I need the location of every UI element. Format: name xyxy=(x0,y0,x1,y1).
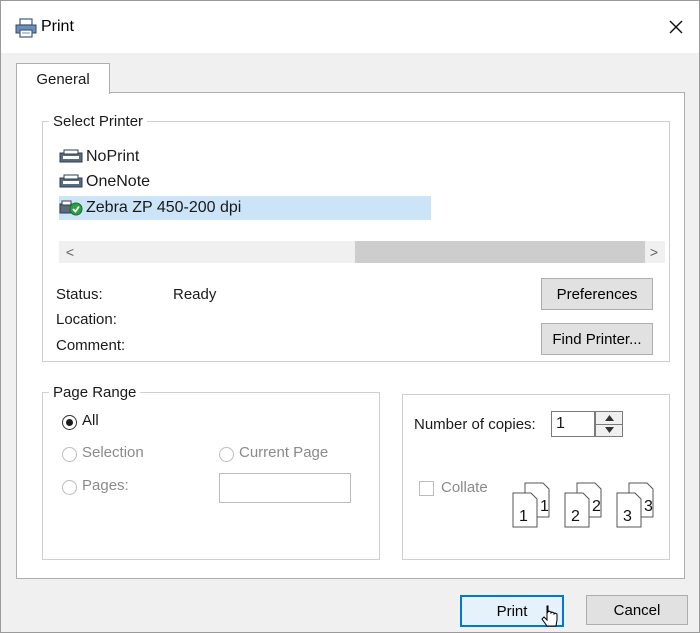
radio-all-label: All xyxy=(82,412,99,429)
print-dialog: Print General Select Printer NoPrint One… xyxy=(0,0,700,633)
title-bar: Print xyxy=(1,1,699,53)
printer-icon xyxy=(15,18,37,38)
collate-label: Collate xyxy=(441,479,488,496)
status-value: Ready xyxy=(173,286,217,303)
default-printer-icon xyxy=(59,200,83,216)
collate-page-number: 1 xyxy=(540,498,549,515)
scroll-left-arrow-icon[interactable]: < xyxy=(59,241,81,263)
printer-name: Zebra ZP 450-200 dpi xyxy=(86,199,242,216)
radio-selection[interactable] xyxy=(62,447,77,462)
radio-current-page[interactable] xyxy=(219,447,234,462)
printer-icon xyxy=(59,149,83,163)
select-printer-legend: Select Printer xyxy=(53,113,144,130)
page-range-legend: Page Range xyxy=(53,384,137,401)
printer-list-scrollbar[interactable]: < > xyxy=(59,241,665,263)
chevron-down-icon xyxy=(604,427,614,433)
tab-general[interactable]: General xyxy=(16,63,110,94)
radio-current-page-label: Current Page xyxy=(239,444,329,461)
copies-label: Number of copies: xyxy=(414,416,536,433)
spin-down-button[interactable] xyxy=(596,424,622,436)
location-label: Location: xyxy=(56,311,117,328)
collate-page-number: 2 xyxy=(571,508,580,525)
printer-icon xyxy=(59,174,83,188)
radio-all[interactable] xyxy=(62,415,77,430)
collate-page-number: 3 xyxy=(644,498,653,515)
mouse-cursor-icon xyxy=(541,605,558,627)
chevron-up-icon xyxy=(604,415,614,421)
close-icon xyxy=(669,20,683,34)
preferences-button[interactable]: Preferences xyxy=(541,278,653,310)
collate-checkbox[interactable] xyxy=(419,481,434,496)
window-title: Print xyxy=(41,18,74,35)
find-printer-button[interactable]: Find Printer... xyxy=(541,323,653,355)
printer-item-onenote[interactable]: OneNote xyxy=(59,170,150,194)
printer-item-noprint[interactable]: NoPrint xyxy=(59,145,139,169)
printer-name: NoPrint xyxy=(86,148,140,165)
printer-name: OneNote xyxy=(86,173,151,190)
collate-page-number: 2 xyxy=(592,498,601,515)
collate-illustration: 1 1 2 2 3 3 xyxy=(509,481,659,529)
pages-input[interactable] xyxy=(219,473,351,503)
radio-pages[interactable] xyxy=(62,480,77,495)
collate-page-number: 3 xyxy=(623,508,632,525)
radio-selection-label: Selection xyxy=(82,444,144,461)
collate-page-number: 1 xyxy=(519,508,528,525)
status-label: Status: xyxy=(56,286,103,303)
comment-label: Comment: xyxy=(56,337,126,354)
scrollbar-thumb[interactable] xyxy=(355,241,645,263)
copies-spinner[interactable] xyxy=(595,411,623,437)
printer-item-zebra[interactable]: Zebra ZP 450-200 dpi xyxy=(59,196,431,220)
page-range-group: Page Range xyxy=(42,384,380,560)
scroll-right-arrow-icon[interactable]: > xyxy=(643,241,665,263)
copies-input[interactable]: 1 xyxy=(551,411,595,437)
radio-pages-label: Pages: xyxy=(82,477,129,494)
close-button[interactable] xyxy=(653,1,699,53)
cancel-button[interactable]: Cancel xyxy=(586,595,688,625)
